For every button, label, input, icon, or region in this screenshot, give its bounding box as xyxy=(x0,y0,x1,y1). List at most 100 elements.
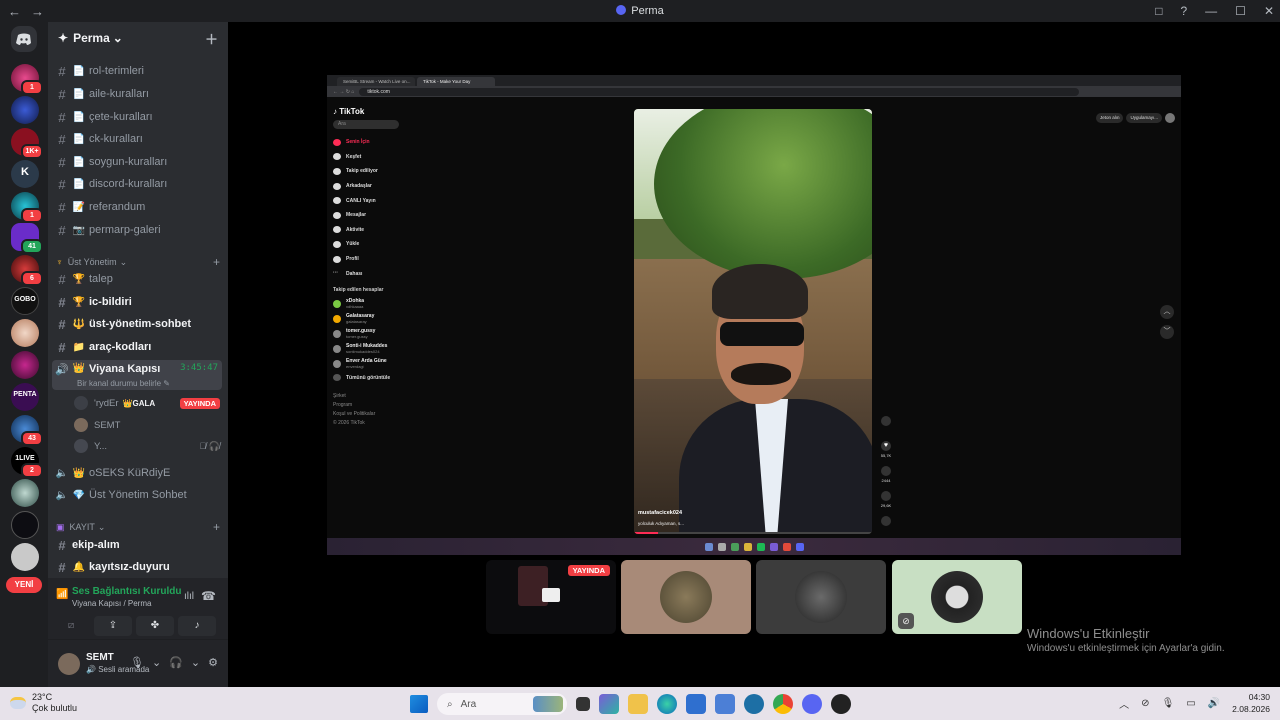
add-user-icon[interactable]: ＋ xyxy=(205,29,218,48)
footer-link: Şirket xyxy=(333,392,346,399)
speaker-icon[interactable]: 🔊 xyxy=(1208,698,1220,709)
server-icon-10[interactable] xyxy=(11,351,39,379)
participant-tile-4[interactable]: ⊘ xyxy=(892,560,1022,634)
participant-tile-stream[interactable]: YAYINDA xyxy=(486,560,616,634)
server-icon-12[interactable]: 43 xyxy=(11,415,43,446)
microphone-icon[interactable]: 🎙 xyxy=(130,656,144,669)
channel-rol-terimleri[interactable]: # 📄 rol-terimleri xyxy=(52,61,222,81)
monitor-icon[interactable]: ▭ xyxy=(1186,698,1195,709)
chevron-down-icon[interactable]: ⌄ xyxy=(152,656,161,669)
headphones-icon[interactable]: 🎧 xyxy=(169,656,183,669)
live-badge: YAYINDA xyxy=(179,397,220,409)
channel-soygun-kurallari[interactable]: # 📄 soygun-kuralları xyxy=(52,152,222,172)
add-channel-icon[interactable]: + xyxy=(213,520,220,534)
server-icon-6[interactable]: 41 xyxy=(11,223,43,254)
channel-referandum[interactable]: # 📝 referandum xyxy=(52,197,222,217)
screen-share-icon xyxy=(542,588,560,602)
server-icon-4[interactable]: K xyxy=(11,160,39,188)
server-icon-9[interactable] xyxy=(11,319,39,347)
soundboard-button[interactable]: ♪ xyxy=(178,616,216,636)
add-channel-icon[interactable]: + xyxy=(213,255,220,269)
channel-ic-bildiri[interactable]: # 🏆 ic-bildiri xyxy=(52,292,222,312)
server-icon-2[interactable] xyxy=(11,96,39,124)
voice-user-semt[interactable]: SEMT xyxy=(74,415,220,435)
chrome-icon[interactable] xyxy=(773,694,793,714)
voice-channel-oseks-kurdiye[interactable]: 🔈 👑 oSEKS KüRdiyE xyxy=(52,463,222,483)
maximize-button[interactable]: ☐ xyxy=(1235,0,1246,22)
avatar[interactable] xyxy=(58,653,80,675)
direct-messages-button[interactable] xyxy=(11,26,37,52)
channel-emoji: 📄 xyxy=(72,88,86,100)
server-icon-16[interactable] xyxy=(11,543,39,571)
followed-account: Enver Arda Güne enverdagi xyxy=(333,357,413,372)
channel-talep[interactable]: # 🏆 talep xyxy=(52,269,222,289)
camera-off-button[interactable]: ⧄ xyxy=(52,616,90,636)
footer-link: © 2026 TikTok xyxy=(333,419,365,426)
windows-start-icon[interactable] xyxy=(410,695,428,713)
voice-channel-path[interactable]: Viyana Kapısı / Perma xyxy=(72,599,151,608)
settings-app-icon[interactable] xyxy=(744,694,764,714)
discord-icon xyxy=(795,542,804,551)
server-icon-5[interactable]: 1 xyxy=(11,192,43,223)
microphone-icon[interactable]: 🎙 xyxy=(1162,698,1175,709)
voice-user-y[interactable]: Y... 🎙̸ 🎧̸ xyxy=(74,436,220,456)
channel-ust-yonetim-sohbet[interactable]: # 🔱 üst-yönetim-sohbet xyxy=(52,314,222,334)
user-name[interactable]: SEMT xyxy=(86,652,114,663)
weather-widget[interactable]: 23°C Çok bulutlu xyxy=(10,692,77,714)
category-kayit[interactable]: ▣ KAYIT ⌄ + xyxy=(56,520,220,534)
store-icon[interactable] xyxy=(686,694,706,714)
chevron-up-icon[interactable]: ︿ xyxy=(1119,696,1129,711)
app-icon[interactable] xyxy=(831,694,851,714)
close-button[interactable]: ✕ xyxy=(1264,0,1274,22)
noise-suppression-icon[interactable]: ılıl xyxy=(184,591,194,602)
participant-tile-3[interactable] xyxy=(756,560,886,634)
voice-channel-ust-yonetim-sohbet[interactable]: 🔈 💎 Üst Yönetim Sohbet xyxy=(52,485,222,505)
channel-cete-kurallari[interactable]: # 📄 çete-kuralları xyxy=(52,107,222,127)
server-icon-7[interactable]: 6 xyxy=(11,255,43,286)
server-icon-1[interactable]: 1 xyxy=(11,64,43,95)
followed-account: tomer.gussy tomer.gussy xyxy=(333,327,413,342)
channel-ck-kurallari[interactable]: # 📄 ck-kuralları xyxy=(52,129,222,149)
channel-kayitsiz-duyuru[interactable]: # 🔔 kayıtsız-duyuru xyxy=(52,557,222,577)
guild-header[interactable]: ✦ Perma ⌄ ＋ xyxy=(48,22,228,54)
channel-aile-kurallari[interactable]: # 📄 aile-kuralları xyxy=(52,84,222,104)
help-icon[interactable]: ? xyxy=(1180,0,1187,22)
category-ust-yonetim[interactable]: ♆ Üst Yönetim ⌄ + xyxy=(56,255,220,269)
file-explorer-icon[interactable] xyxy=(628,694,648,714)
activities-button[interactable]: ✤ xyxy=(136,616,174,636)
network-icon[interactable]: ⊘ xyxy=(1141,698,1149,709)
edge-icon[interactable] xyxy=(657,694,677,714)
server-icon-penta[interactable]: PENTA xyxy=(11,383,39,411)
discord-icon[interactable] xyxy=(802,694,822,714)
server-icon-3[interactable]: 1K+ xyxy=(11,128,43,159)
participant-tile-2[interactable] xyxy=(621,560,751,634)
title-bar: ← → Perma □ ? — ☐ ✕ xyxy=(0,0,1280,22)
disconnect-icon[interactable]: ☎ xyxy=(201,589,216,603)
screen-share-button[interactable]: ⇪ xyxy=(94,616,132,636)
chevron-down-icon[interactable]: ⌄ xyxy=(191,656,200,669)
minimize-button[interactable]: — xyxy=(1205,0,1217,22)
channel-permarp-galeri[interactable]: # 📷 permarp-galeri xyxy=(52,220,222,240)
app-icon[interactable] xyxy=(599,694,619,714)
inbox-icon[interactable]: □ xyxy=(1155,0,1162,22)
server-icon-14[interactable] xyxy=(11,479,39,507)
gear-icon[interactable]: ⚙ xyxy=(208,656,218,669)
channel-arac-kodlari[interactable]: # 📁 araç-kodları xyxy=(52,337,222,357)
voice-user-ryder[interactable]: 'rydEr 👑GALA YAYINDA xyxy=(74,393,220,413)
new-servers-pill[interactable]: YENİ xyxy=(6,577,42,593)
video-person-hair xyxy=(712,264,808,319)
taskbar-search[interactable]: ⌕ Ara xyxy=(437,693,567,715)
channel-status-setter[interactable]: Bir kanal durumu belirle ✎ xyxy=(77,379,170,388)
tiktok-nav-label: CANLI Yayın xyxy=(346,197,376,204)
channel-discord-kurallari[interactable]: # 📄 discord-kuralları xyxy=(52,174,222,194)
screen-share-stream[interactable]: SemiBL Stream - Watch Live on... TikTok … xyxy=(327,75,1181,555)
clock[interactable]: 04:30 2.08.2026 xyxy=(1232,691,1270,715)
app-icon[interactable] xyxy=(715,694,735,714)
hash-icon: # xyxy=(58,271,66,287)
server-icon-gobo[interactable]: GOBO xyxy=(11,287,39,315)
voice-status[interactable]: Ses Bağlantısı Kuruldu xyxy=(72,586,181,597)
task-view-icon[interactable] xyxy=(576,697,590,711)
server-icon-15[interactable] xyxy=(11,511,39,539)
channel-ekip-alim[interactable]: # ekip-alım xyxy=(52,535,222,555)
server-icon-1live[interactable]: 1LIVE 2 xyxy=(11,447,43,478)
